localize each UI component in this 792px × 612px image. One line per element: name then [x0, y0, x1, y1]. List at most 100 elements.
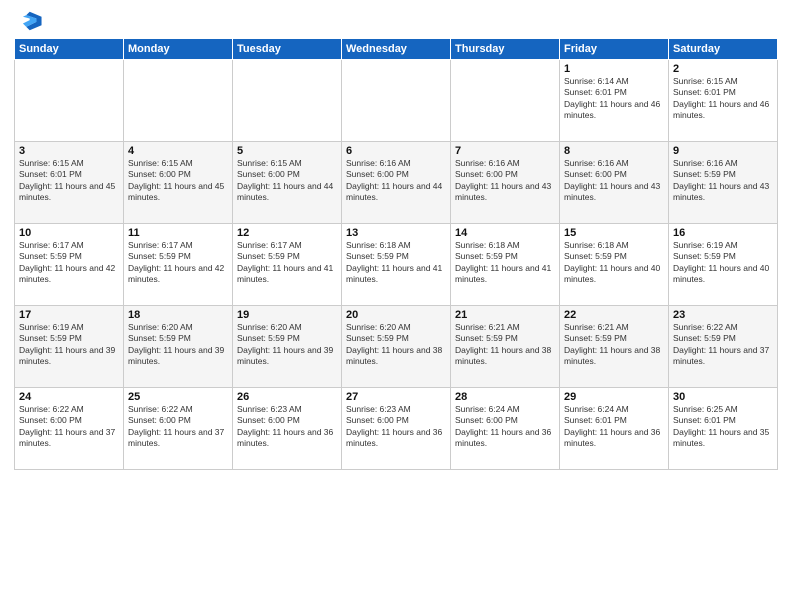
calendar-cell	[124, 60, 233, 142]
day-number: 2	[673, 63, 773, 75]
day-of-week-header: Tuesday	[233, 39, 342, 60]
day-info: Sunrise: 6:20 AM Sunset: 5:59 PM Dayligh…	[346, 322, 446, 368]
day-info: Sunrise: 6:15 AM Sunset: 6:01 PM Dayligh…	[673, 76, 773, 122]
day-number: 18	[128, 309, 228, 321]
calendar-week-row: 24 Sunrise: 6:22 AM Sunset: 6:00 PM Dayli…	[15, 388, 778, 470]
day-number: 21	[455, 309, 555, 321]
calendar-cell: 13Sunrise: 6:18 AM Sunset: 5:59 PM Dayli…	[342, 224, 451, 306]
day-number: 9	[673, 145, 773, 157]
day-info: Sunrise: 6:17 AM Sunset: 5:59 PM Dayligh…	[128, 240, 228, 286]
header	[14, 10, 778, 32]
day-number: 23	[673, 309, 773, 321]
calendar-week-row: 1Sunrise: 6:14 AM Sunset: 6:01 PM Daylig…	[15, 60, 778, 142]
day-info: Sunrise: 6:24 AM Sunset: 6:01 PM Dayligh…	[564, 404, 664, 450]
day-info: Sunrise: 6:24 AM Sunset: 6:00 PM Dayligh…	[455, 404, 555, 450]
day-info: Sunrise: 6:22 AM Sunset: 6:00 PM Dayligh…	[128, 404, 228, 450]
day-number: 3	[19, 145, 119, 157]
day-info: Sunrise: 6:19 AM Sunset: 5:59 PM Dayligh…	[19, 322, 119, 368]
calendar-cell: 2Sunrise: 6:15 AM Sunset: 6:01 PM Daylig…	[669, 60, 778, 142]
calendar-cell: 21Sunrise: 6:21 AM Sunset: 5:59 PM Dayli…	[451, 306, 560, 388]
day-info: Sunrise: 6:18 AM Sunset: 5:59 PM Dayligh…	[455, 240, 555, 286]
day-number: 10	[19, 227, 119, 239]
day-number: 30	[673, 391, 773, 403]
day-of-week-header: Sunday	[15, 39, 124, 60]
day-info: Sunrise: 6:14 AM Sunset: 6:01 PM Dayligh…	[564, 76, 664, 122]
day-number: 19	[237, 309, 337, 321]
calendar-cell: 11Sunrise: 6:17 AM Sunset: 5:59 PM Dayli…	[124, 224, 233, 306]
calendar-cell	[233, 60, 342, 142]
day-info: Sunrise: 6:16 AM Sunset: 5:59 PM Dayligh…	[673, 158, 773, 204]
day-number: 17	[19, 309, 119, 321]
day-number: 27	[346, 391, 446, 403]
day-info: Sunrise: 6:17 AM Sunset: 5:59 PM Dayligh…	[237, 240, 337, 286]
calendar-cell: 26Sunrise: 6:23 AM Sunset: 6:00 PM Dayli…	[233, 388, 342, 470]
calendar-cell: 17Sunrise: 6:19 AM Sunset: 5:59 PM Dayli…	[15, 306, 124, 388]
day-of-week-header: Saturday	[669, 39, 778, 60]
day-number: 26	[237, 391, 337, 403]
day-number: 25	[128, 391, 228, 403]
day-info: Sunrise: 6:23 AM Sunset: 6:00 PM Dayligh…	[346, 404, 446, 450]
calendar-cell: 4Sunrise: 6:15 AM Sunset: 6:00 PM Daylig…	[124, 142, 233, 224]
calendar-cell: 27Sunrise: 6:23 AM Sunset: 6:00 PM Dayli…	[342, 388, 451, 470]
calendar-week-row: 10 Sunrise: 6:17 AM Sunset: 5:59 PM Dayli…	[15, 224, 778, 306]
calendar-header-row: SundayMondayTuesdayWednesdayThursdayFrid…	[15, 39, 778, 60]
calendar-cell: 5Sunrise: 6:15 AM Sunset: 6:00 PM Daylig…	[233, 142, 342, 224]
day-of-week-header: Monday	[124, 39, 233, 60]
calendar-cell: 23Sunrise: 6:22 AM Sunset: 5:59 PM Dayli…	[669, 306, 778, 388]
logo	[14, 10, 46, 32]
day-info: Sunrise: 6:21 AM Sunset: 5:59 PM Dayligh…	[564, 322, 664, 368]
calendar-cell: 9Sunrise: 6:16 AM Sunset: 5:59 PM Daylig…	[669, 142, 778, 224]
calendar-cell	[15, 60, 124, 142]
day-info: Sunrise: 6:16 AM Sunset: 6:00 PM Dayligh…	[346, 158, 446, 204]
day-number: 28	[455, 391, 555, 403]
day-number: 16	[673, 227, 773, 239]
day-info: Sunrise: 6:16 AM Sunset: 6:00 PM Dayligh…	[455, 158, 555, 204]
day-number: 1	[564, 63, 664, 75]
page: SundayMondayTuesdayWednesdayThursdayFrid…	[0, 0, 792, 612]
day-number: 15	[564, 227, 664, 239]
calendar-cell: 1Sunrise: 6:14 AM Sunset: 6:01 PM Daylig…	[560, 60, 669, 142]
calendar-cell	[451, 60, 560, 142]
calendar-cell: 24Sunrise: 6:22 AM Sunset: 6:00 PM Dayli…	[15, 388, 124, 470]
day-info: Sunrise: 6:19 AM Sunset: 5:59 PM Dayligh…	[673, 240, 773, 286]
calendar-cell: 20Sunrise: 6:20 AM Sunset: 5:59 PM Dayli…	[342, 306, 451, 388]
day-of-week-header: Thursday	[451, 39, 560, 60]
calendar-week-row: 3Sunrise: 6:15 AM Sunset: 6:01 PM Daylig…	[15, 142, 778, 224]
day-info: Sunrise: 6:16 AM Sunset: 6:00 PM Dayligh…	[564, 158, 664, 204]
calendar-cell: 3Sunrise: 6:15 AM Sunset: 6:01 PM Daylig…	[15, 142, 124, 224]
calendar-cell: 14Sunrise: 6:18 AM Sunset: 5:59 PM Dayli…	[451, 224, 560, 306]
day-number: 7	[455, 145, 555, 157]
calendar-cell: 12Sunrise: 6:17 AM Sunset: 5:59 PM Dayli…	[233, 224, 342, 306]
calendar-cell: 30Sunrise: 6:25 AM Sunset: 6:01 PM Dayli…	[669, 388, 778, 470]
day-number: 4	[128, 145, 228, 157]
calendar-cell	[342, 60, 451, 142]
calendar-cell: 8Sunrise: 6:16 AM Sunset: 6:00 PM Daylig…	[560, 142, 669, 224]
day-info: Sunrise: 6:18 AM Sunset: 5:59 PM Dayligh…	[346, 240, 446, 286]
day-number: 29	[564, 391, 664, 403]
day-info: Sunrise: 6:15 AM Sunset: 6:00 PM Dayligh…	[128, 158, 228, 204]
calendar-cell: 19Sunrise: 6:20 AM Sunset: 5:59 PM Dayli…	[233, 306, 342, 388]
day-info: Sunrise: 6:22 AM Sunset: 5:59 PM Dayligh…	[673, 322, 773, 368]
calendar-cell: 25Sunrise: 6:22 AM Sunset: 6:00 PM Dayli…	[124, 388, 233, 470]
day-info: Sunrise: 6:20 AM Sunset: 5:59 PM Dayligh…	[237, 322, 337, 368]
day-number: 24	[19, 391, 119, 403]
day-info: Sunrise: 6:21 AM Sunset: 5:59 PM Dayligh…	[455, 322, 555, 368]
calendar-table: SundayMondayTuesdayWednesdayThursdayFrid…	[14, 38, 778, 470]
day-info: Sunrise: 6:20 AM Sunset: 5:59 PM Dayligh…	[128, 322, 228, 368]
day-number: 22	[564, 309, 664, 321]
calendar-cell: 29Sunrise: 6:24 AM Sunset: 6:01 PM Dayli…	[560, 388, 669, 470]
logo-icon	[14, 10, 42, 32]
day-number: 13	[346, 227, 446, 239]
day-info: Sunrise: 6:15 AM Sunset: 6:01 PM Dayligh…	[19, 158, 119, 204]
day-of-week-header: Friday	[560, 39, 669, 60]
day-info: Sunrise: 6:25 AM Sunset: 6:01 PM Dayligh…	[673, 404, 773, 450]
calendar-cell: 28Sunrise: 6:24 AM Sunset: 6:00 PM Dayli…	[451, 388, 560, 470]
day-info: Sunrise: 6:15 AM Sunset: 6:00 PM Dayligh…	[237, 158, 337, 204]
day-info: Sunrise: 6:23 AM Sunset: 6:00 PM Dayligh…	[237, 404, 337, 450]
day-number: 8	[564, 145, 664, 157]
calendar-week-row: 17Sunrise: 6:19 AM Sunset: 5:59 PM Dayli…	[15, 306, 778, 388]
day-number: 12	[237, 227, 337, 239]
calendar-cell: 22Sunrise: 6:21 AM Sunset: 5:59 PM Dayli…	[560, 306, 669, 388]
calendar-cell: 15Sunrise: 6:18 AM Sunset: 5:59 PM Dayli…	[560, 224, 669, 306]
calendar-cell: 7Sunrise: 6:16 AM Sunset: 6:00 PM Daylig…	[451, 142, 560, 224]
